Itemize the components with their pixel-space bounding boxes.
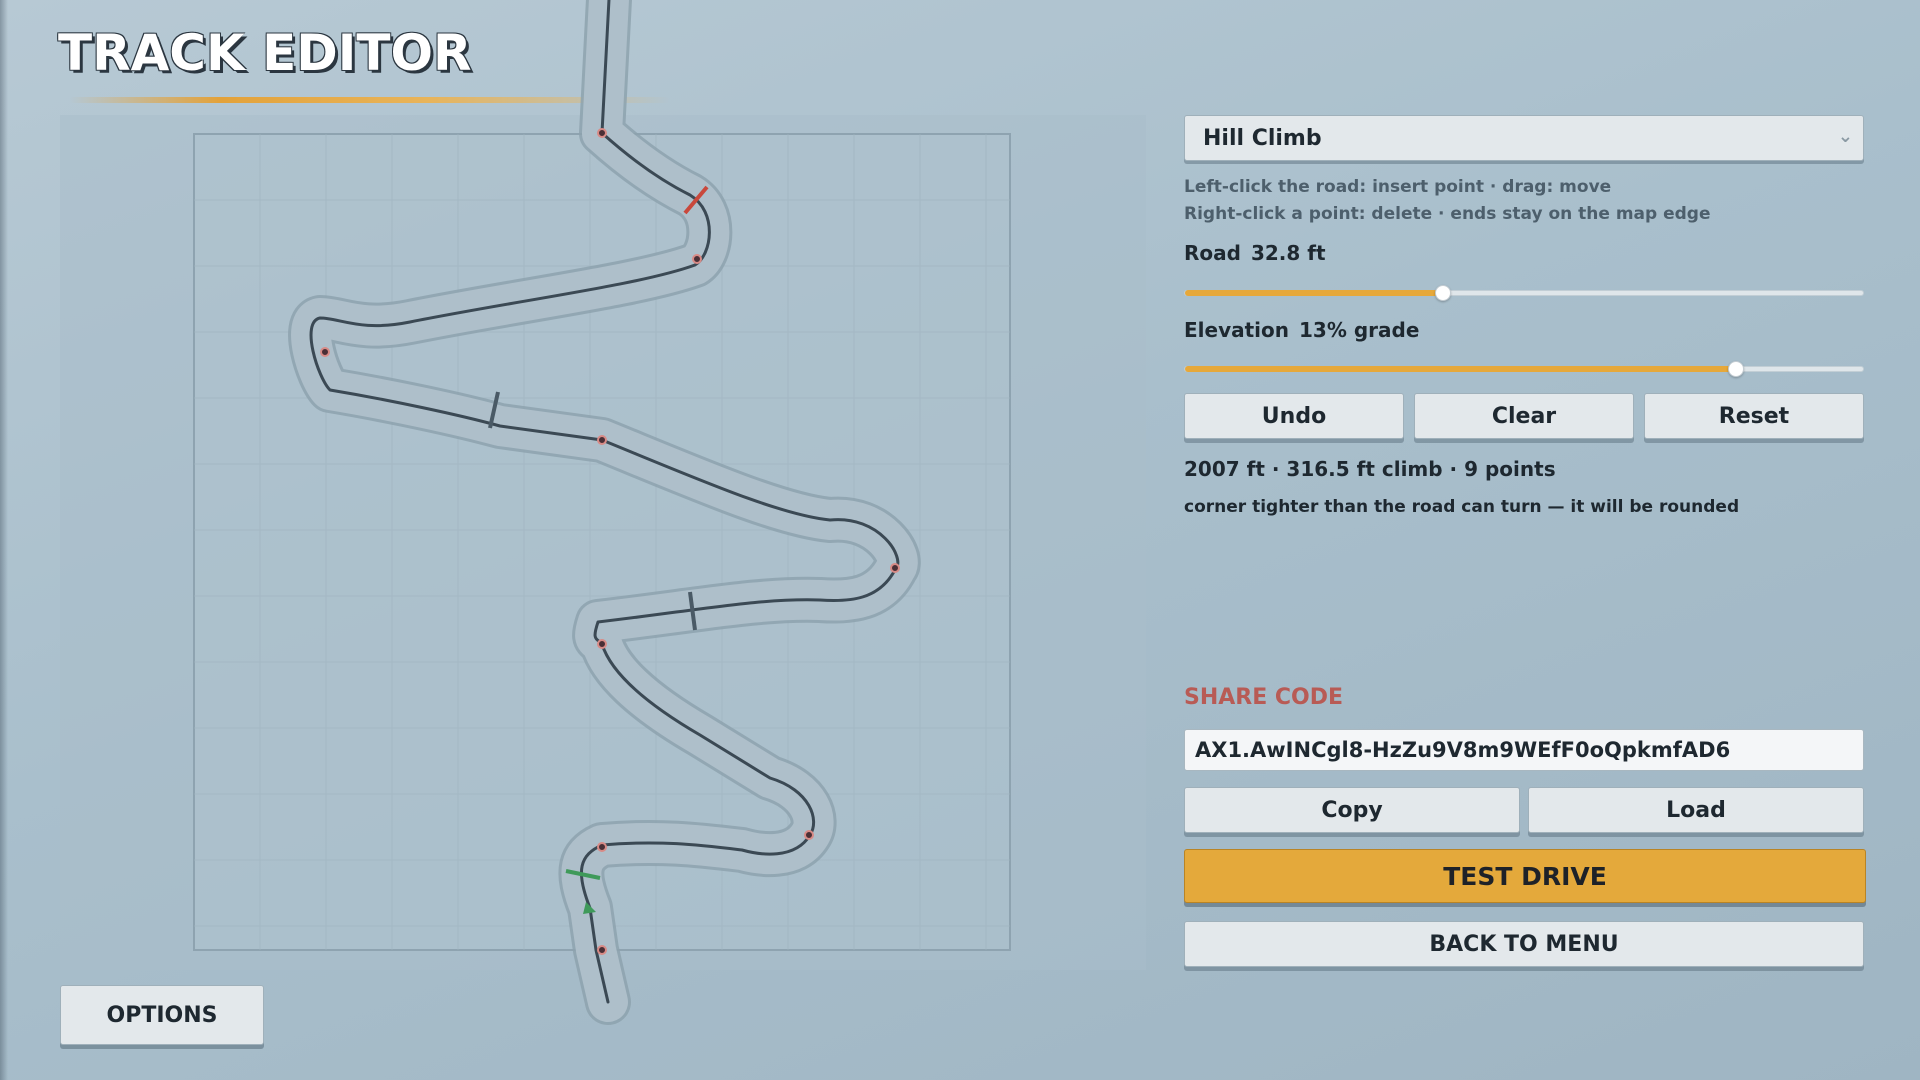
road-label: Road xyxy=(1184,241,1241,265)
corner-warning: corner tighter than the road can turn — … xyxy=(1184,497,1740,517)
track-select-value: Hill Climb xyxy=(1203,125,1322,151)
control-point xyxy=(597,842,607,852)
elevation-value: 13% grade xyxy=(1299,318,1420,342)
options-button[interactable]: OPTIONS xyxy=(60,985,264,1045)
elevation-slider-knob[interactable] xyxy=(1727,361,1744,377)
hint-line-2: Right-click a point: delete · ends stay … xyxy=(1184,204,1711,224)
control-point xyxy=(597,128,607,138)
chevron-down-icon: ⌄ xyxy=(1837,126,1853,147)
elevation-slider-fill xyxy=(1185,366,1736,372)
clear-button[interactable]: Clear xyxy=(1414,393,1634,439)
road-value: 32.8 ft xyxy=(1250,241,1326,265)
load-button[interactable]: Load xyxy=(1528,787,1864,833)
road-width-label: Road 32.8 ft xyxy=(1184,241,1326,265)
track-select[interactable]: Hill Climb ⌄ xyxy=(1184,115,1864,161)
road-slider-fill xyxy=(1185,290,1444,296)
reset-button[interactable]: Reset xyxy=(1644,393,1864,439)
copy-button[interactable]: Copy xyxy=(1184,787,1520,833)
track-stats: 2007 ft · 316.5 ft climb · 9 points xyxy=(1184,457,1556,481)
test-drive-button[interactable]: TEST DRIVE xyxy=(1184,849,1866,903)
control-point xyxy=(320,347,330,357)
undo-button[interactable]: Undo xyxy=(1184,393,1404,439)
control-point xyxy=(692,254,702,264)
share-code-input[interactable] xyxy=(1184,729,1864,771)
elevation-title: Elevation xyxy=(1184,318,1290,342)
control-point xyxy=(597,945,607,955)
road-width-slider[interactable] xyxy=(1184,285,1864,301)
elevation-label: Elevation 13% grade xyxy=(1184,318,1419,342)
back-to-menu-button[interactable]: BACK TO MENU xyxy=(1184,921,1864,967)
control-point xyxy=(597,435,607,445)
share-code-label: SHARE CODE xyxy=(1184,685,1344,710)
elevation-slider[interactable] xyxy=(1184,361,1864,377)
control-point xyxy=(890,563,900,573)
track-map[interactable] xyxy=(0,0,1920,1080)
control-point xyxy=(597,639,607,649)
hint-line-1: Left-click the road: insert point · drag… xyxy=(1184,177,1612,197)
control-point xyxy=(804,830,814,840)
